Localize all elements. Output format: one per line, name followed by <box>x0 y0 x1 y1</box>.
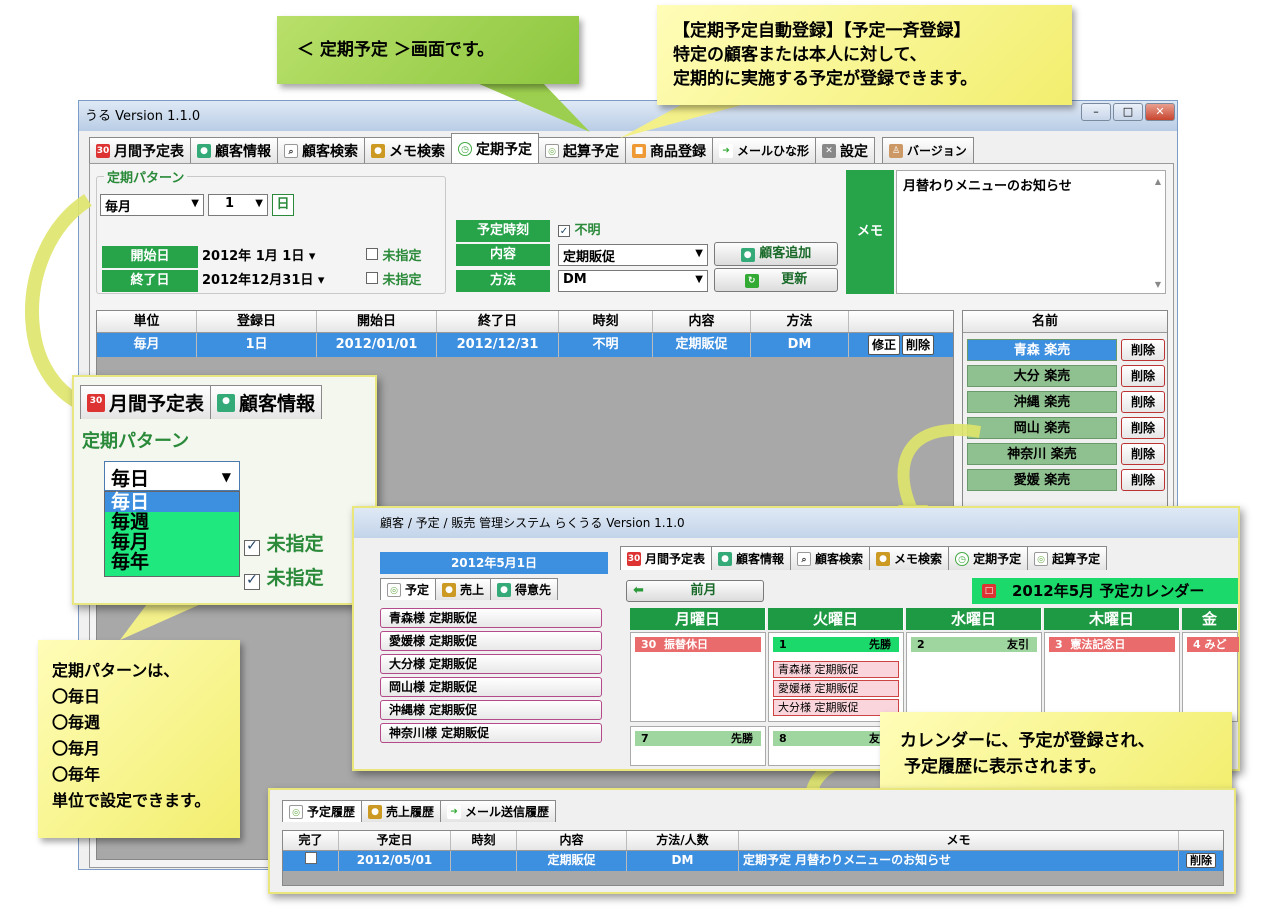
side-tab-client[interactable]: ● 得意先 <box>490 578 559 600</box>
weekday-header: 金 <box>1182 608 1238 630</box>
screen-title-callout: ＜ 定期予定 ＞画面です。 <box>277 16 579 84</box>
calendar-event[interactable]: 青森様 定期販促 <box>773 661 899 678</box>
count-icon: ◎ <box>1034 551 1049 566</box>
calendar-window-title: 顧客 / 予定 / 販売 管理システム らくうる Version 1.1.0 <box>354 508 1238 538</box>
table-row[interactable]: 2012/05/01 定期販促 DM 定期予定 月替わりメニューのお知らせ 削除 <box>283 851 1223 871</box>
schedule-item[interactable]: 大分様 定期販促 <box>380 654 602 674</box>
zoom-pattern-label: 定期パターン <box>82 431 190 452</box>
pattern-note-callout: 定期パターンは、 〇毎日 〇毎週 〇毎月 〇毎年 単位で設定できます。 <box>38 640 240 838</box>
tab-periodic[interactable]: ◷ 定期予定 <box>948 546 1029 570</box>
history-tab-schedule[interactable]: ◎ 予定履歴 <box>282 800 363 822</box>
people-icon: ● <box>497 582 512 597</box>
mail-icon: ➜ <box>447 804 462 819</box>
tab-customer-info[interactable]: ● 顧客情報 <box>711 546 792 570</box>
search-icon: ⌕ <box>797 551 812 566</box>
calendar-event[interactable]: 愛媛様 定期販促 <box>773 680 899 697</box>
zoom-pattern-dropdown: 毎日 毎週 毎月 毎年 <box>104 491 240 577</box>
history-table: 完了 予定日 時刻 内容 方法/人数 メモ 2012/05/01 定期販促 DM… <box>282 830 1224 886</box>
history-window: ◎ 予定履歴 ● 売上履歴 ➜ メール送信履歴 完了 予定日 時刻 内容 方法/人数 … <box>268 788 1236 894</box>
done-checkbox[interactable] <box>283 851 339 871</box>
side-tab-sales[interactable]: ● 売上 <box>435 578 492 600</box>
history-delete-button[interactable]: 削除 <box>1186 853 1216 868</box>
weekday-header: 水曜日 <box>906 608 1042 630</box>
dropdown-option[interactable]: 毎日 <box>105 492 239 512</box>
history-tab-mail[interactable]: ➜ メール送信履歴 <box>440 800 557 822</box>
people-icon: ● <box>718 551 733 566</box>
chevron-down-icon: ▼ <box>221 470 231 484</box>
schedule-item[interactable]: 沖縄様 定期販促 <box>380 700 602 720</box>
memo-search-icon: ● <box>876 551 891 566</box>
top-right-callout-tail <box>620 100 760 138</box>
calendar-cell[interactable]: 4 みど <box>1182 632 1239 722</box>
tab-customer-search[interactable]: ⌕ 顧客検索 <box>790 546 871 570</box>
clock-icon: ◷ <box>955 551 970 566</box>
schedule-item[interactable]: 神奈川様 定期販促 <box>380 723 602 743</box>
pattern-note-callout-tail <box>120 600 210 640</box>
calendar-cell[interactable]: 1 先勝 青森様 定期販促 愛媛様 定期販促 大分様 定期販促 <box>768 632 904 722</box>
weekday-header: 火曜日 <box>768 608 904 630</box>
zoom-unspecified-2[interactable]: ✓ 未指定 <box>244 563 324 590</box>
calendar-cell[interactable]: 2 友引 <box>906 632 1042 722</box>
history-tab-bar: ◎ 予定履歴 ● 売上履歴 ➜ メール送信履歴 <box>282 800 557 822</box>
sales-icon: ● <box>442 582 457 597</box>
weekday-header: 木曜日 <box>1044 608 1180 630</box>
sales-icon: ● <box>368 804 383 819</box>
zoom-tab-bar: 30 月間予定表 ● 顧客情報 <box>80 385 323 419</box>
tab-count-schedule[interactable]: ◎ 起算予定 <box>1027 546 1108 570</box>
zoom-pattern-select[interactable]: 毎日 ▼ <box>104 461 240 491</box>
calendar-cell[interactable]: 7 先勝 <box>630 726 766 766</box>
calendar-cell[interactable]: 3 憲法記念日 <box>1044 632 1180 722</box>
schedule-item[interactable]: 愛媛様 定期販促 <box>380 631 602 651</box>
tab-memo-search[interactable]: ● メモ検索 <box>869 546 950 570</box>
arrow-to-calendar <box>897 423 982 513</box>
prev-month-button[interactable]: ⬅ 前月 <box>626 580 764 602</box>
zoom-unspecified-1[interactable]: ✓ 未指定 <box>244 529 324 556</box>
history-tab-sales[interactable]: ● 売上履歴 <box>361 800 442 822</box>
zoom-tab-monthly[interactable]: 30 月間予定表 <box>80 385 212 419</box>
schedule-item[interactable]: 青森様 定期販促 <box>380 608 602 628</box>
dropdown-option[interactable]: 毎月 <box>105 532 239 552</box>
side-tab-bar: ◎ 予定 ● 売上 ● 得意先 <box>380 578 559 600</box>
calendar-icon: 30 <box>627 551 641 566</box>
screen-title-callout-tail <box>470 80 590 132</box>
calendar-icon: 30 <box>87 393 105 412</box>
calendar-note-callout: カレンダーに、予定が登録され、 予定履歴に表示されます。 <box>880 712 1232 798</box>
calendar-icon: □ <box>982 584 996 598</box>
top-right-callout: 【定期予定自動登録】【予定一斉登録】 特定の顧客または本人に対して、 定期的に実… <box>657 5 1072 105</box>
schedule-item[interactable]: 岡山様 定期販促 <box>380 677 602 697</box>
month-title: □ 2012年5月 予定カレンダー <box>972 578 1238 604</box>
people-icon: ● <box>217 393 236 412</box>
calendar-cell[interactable]: 30 振替休日 <box>630 632 766 722</box>
dropdown-option[interactable]: 毎週 <box>105 512 239 532</box>
calendar-tab-bar: 30 月間予定表 ● 顧客情報 ⌕ 顧客検索 ● メモ検索 ◷ 定期予定 ◎ 起算予定 <box>620 546 1108 570</box>
schedule-icon: ◎ <box>387 582 401 597</box>
date-header: 2012年5月1日 <box>380 552 608 574</box>
arrow-left-icon: ⬅ <box>633 583 644 598</box>
side-tab-schedule[interactable]: ◎ 予定 <box>380 578 437 600</box>
weekday-header: 月曜日 <box>630 608 766 630</box>
zoom-tab-customer[interactable]: ● 顧客情報 <box>210 385 323 419</box>
tab-monthly[interactable]: 30 月間予定表 <box>620 546 713 570</box>
dropdown-option[interactable]: 毎年 <box>105 552 239 572</box>
zoom-inset: 30 月間予定表 ● 顧客情報 定期パターン 毎日 ▼ 毎日 毎週 毎月 毎年 ✓ 未… <box>72 375 377 605</box>
schedule-icon: ◎ <box>289 804 303 819</box>
history-table-header: 完了 予定日 時刻 内容 方法/人数 メモ <box>283 831 1223 851</box>
